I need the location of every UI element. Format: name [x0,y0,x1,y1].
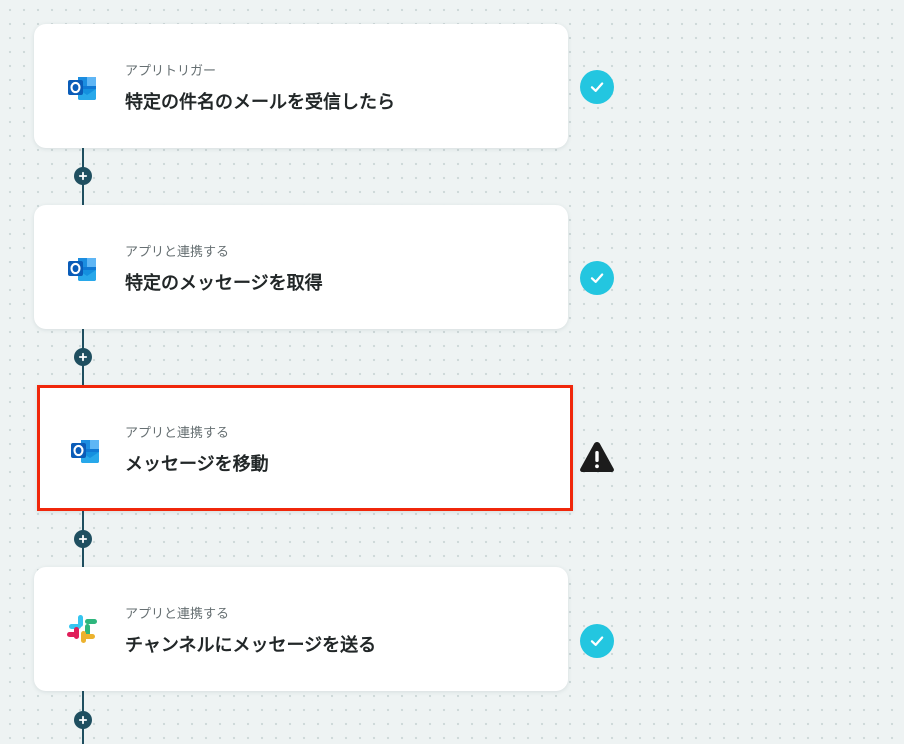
add-step-button[interactable] [74,348,92,366]
step-title: チャンネルにメッセージを送る [125,635,377,656]
step-kind-label: アプリと連携する [125,607,230,622]
outlook-icon [67,431,103,467]
plus-icon [78,352,88,362]
flow-step-card[interactable]: アプリと連携する チャンネルにメッセージを送る [34,567,568,691]
plus-icon [78,534,88,544]
flow-step-card-selected[interactable]: アプリと連携する メッセージを移動 [37,385,573,511]
success-check-icon [580,261,614,295]
warning-icon [579,440,615,474]
plus-icon [78,171,88,181]
step-kind-label: アプリと連携する [125,426,230,441]
step-title: 特定の件名のメールを受信したら [125,92,395,113]
step-kind-label: アプリトリガー [125,64,217,79]
slack-icon [64,611,100,647]
step-kind-label: アプリと連携する [125,245,230,260]
add-step-button[interactable] [74,711,92,729]
add-step-button[interactable] [74,167,92,185]
success-check-icon [580,70,614,104]
add-step-button[interactable] [74,530,92,548]
plus-icon [78,715,88,725]
outlook-icon [64,249,100,285]
flow-step-card[interactable]: アプリトリガー 特定の件名のメールを受信したら [34,24,568,148]
step-title: 特定のメッセージを取得 [125,273,323,294]
outlook-icon [64,68,100,104]
step-title: メッセージを移動 [125,454,269,475]
flow-step-card[interactable]: アプリと連携する 特定のメッセージを取得 [34,205,568,329]
success-check-icon [580,624,614,658]
